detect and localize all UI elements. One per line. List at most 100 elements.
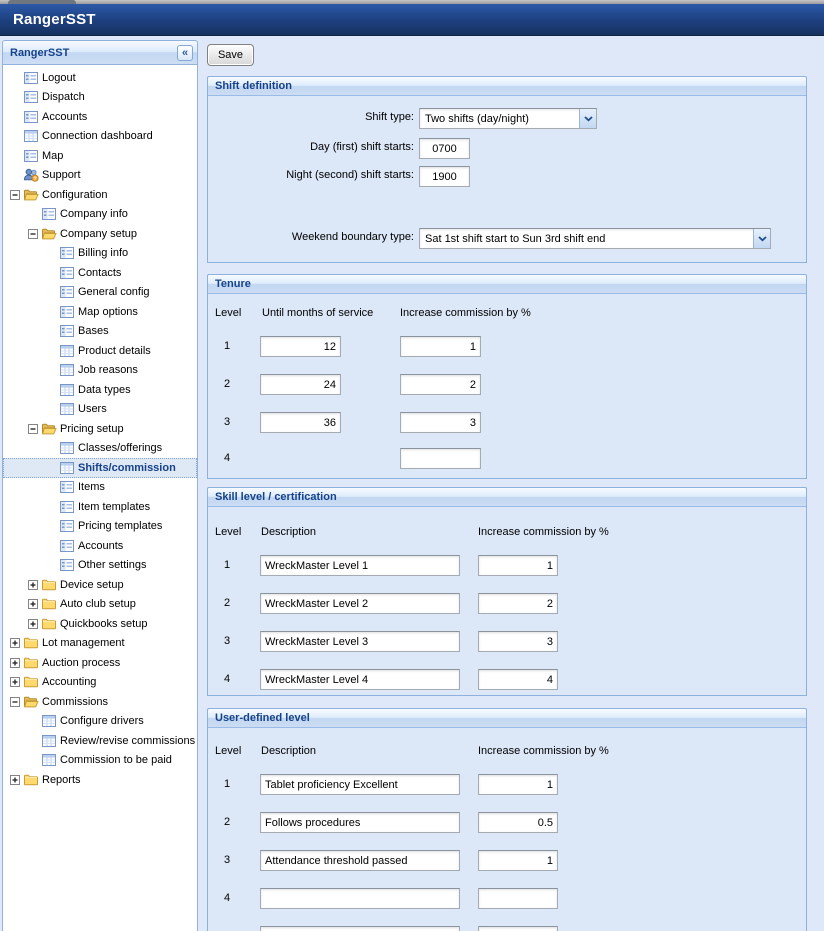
tree-indent [43,518,59,534]
sidebar-item-label: Shifts/commission [75,462,176,474]
sidebar-item-accounts[interactable]: Accounts [3,107,197,127]
sidebar-item-classes-offerings[interactable]: Classes/offerings [3,439,197,459]
sidebar-item-company-info[interactable]: Company info [3,205,197,225]
day-shift-start-input[interactable] [419,138,470,159]
sidebar-item-label: Review/revise commissions [57,735,195,747]
user-defined-commission-input[interactable] [478,850,558,871]
tree-indent [25,733,41,749]
skill-description-input[interactable] [260,555,460,576]
sidebar-item-device-setup[interactable]: Device setup [3,575,197,595]
form-icon [23,148,39,164]
folder-open-icon [23,187,39,203]
form-icon [59,557,75,573]
sidebar-item-auto-club-setup[interactable]: Auto club setup [3,595,197,615]
sidebar-item-users[interactable]: Users [3,400,197,420]
tenure-months-input[interactable] [260,374,341,395]
sidebar-item-label: Accounts [39,111,87,123]
skill-description-input[interactable] [260,593,460,614]
sidebar-item-configure-drivers[interactable]: Configure drivers [3,712,197,732]
plus-expander-icon[interactable] [7,635,23,651]
user-defined-description-input[interactable] [260,888,460,909]
chevron-down-icon[interactable] [753,229,770,248]
tenure-commission-input[interactable] [400,336,481,357]
sidebar-item-auction-process[interactable]: Auction process [3,653,197,673]
night-shift-start-input[interactable] [419,166,470,187]
skill-commission-input[interactable] [478,669,558,690]
tenure-panel-title: Tenure [208,275,806,294]
minus-expander-icon[interactable] [7,187,23,203]
skill-commission-input[interactable] [478,593,558,614]
plus-expander-icon[interactable] [25,596,41,612]
plus-expander-icon[interactable] [25,577,41,593]
sidebar-item-contacts[interactable]: Contacts [3,263,197,283]
user-defined-description-input[interactable] [260,774,460,795]
plus-expander-icon[interactable] [25,616,41,632]
sidebar-item-billing-info[interactable]: Billing info [3,244,197,264]
sidebar-item-items[interactable]: Items [3,478,197,498]
sidebar-item-item-templates[interactable]: Item templates [3,497,197,517]
sidebar-item-job-reasons[interactable]: Job reasons [3,361,197,381]
shift-definition-panel: Shift definition Shift type: Two shifts … [207,76,807,263]
collapse-sidebar-icon[interactable]: « [177,45,193,61]
user-defined-commission-input[interactable] [478,926,558,931]
tenure-months-input[interactable] [260,412,341,433]
sidebar-item-quickbooks-setup[interactable]: Quickbooks setup [3,614,197,634]
sidebar-item-label: Auction process [39,657,120,669]
sidebar-item-reports[interactable]: Reports [3,770,197,790]
tenure-months-input[interactable] [260,336,341,357]
tenure-commission-input[interactable] [400,448,481,469]
plus-expander-icon[interactable] [7,674,23,690]
sidebar-item-bases[interactable]: Bases [3,322,197,342]
plus-expander-icon[interactable] [7,772,23,788]
sidebar-item-general-config[interactable]: General config [3,283,197,303]
skill-commission-input[interactable] [478,631,558,652]
sidebar-item-map-options[interactable]: Map options [3,302,197,322]
sidebar-item-shifts-commission[interactable]: Shifts/commission [3,458,197,478]
sidebar-item-accounts[interactable]: Accounts [3,536,197,556]
sidebar-item-pricing-templates[interactable]: Pricing templates [3,517,197,537]
sidebar-item-other-settings[interactable]: Other settings [3,556,197,576]
sidebar-item-dispatch[interactable]: Dispatch [3,88,197,108]
user-defined-commission-input[interactable] [478,774,558,795]
sidebar-item-data-types[interactable]: Data types [3,380,197,400]
sidebar-item-connection-dashboard[interactable]: Connection dashboard [3,127,197,147]
skill-description-input[interactable] [260,669,460,690]
sidebar-item-support[interactable]: ?Support [3,166,197,186]
sidebar-item-map[interactable]: Map [3,146,197,166]
user-defined-description-input[interactable] [260,850,460,871]
sidebar-item-configuration[interactable]: Configuration [3,185,197,205]
user-defined-description-input[interactable] [260,926,460,931]
chevron-down-icon[interactable] [579,109,596,128]
save-button[interactable]: Save [207,44,254,66]
sidebar-item-lot-management[interactable]: Lot management [3,634,197,654]
minus-expander-icon[interactable] [7,694,23,710]
shift-type-select[interactable]: Two shifts (day/night) [419,108,597,129]
sidebar-item-company-setup[interactable]: Company setup [3,224,197,244]
sidebar-item-label: Configure drivers [57,715,144,727]
user-defined-commission-input[interactable] [478,812,558,833]
sidebar-item-product-details[interactable]: Product details [3,341,197,361]
skill-commission-input[interactable] [478,555,558,576]
sidebar-item-accounting[interactable]: Accounting [3,673,197,693]
skill-description-input[interactable] [260,631,460,652]
user-defined-description-input[interactable] [260,812,460,833]
sidebar-item-logout[interactable]: Logout [3,68,197,88]
tree-indent [25,752,41,768]
form-icon [59,304,75,320]
minus-expander-icon[interactable] [25,421,41,437]
minus-expander-icon[interactable] [25,226,41,242]
sidebar-item-label: Accounting [39,676,96,688]
sidebar-item-commission-to-be-paid[interactable]: Commission to be paid [3,751,197,771]
weekend-boundary-select[interactable]: Sat 1st shift start to Sun 3rd shift end [419,228,771,249]
grid-icon [59,382,75,398]
user-defined-commission-input[interactable] [478,888,558,909]
sidebar-item-review-revise-commissions[interactable]: Review/revise commissions [3,731,197,751]
tenure-commission-input[interactable] [400,374,481,395]
sidebar-item-commissions[interactable]: Commissions [3,692,197,712]
sidebar-item-pricing-setup[interactable]: Pricing setup [3,419,197,439]
app-title: RangerSST [13,4,96,36]
plus-expander-icon[interactable] [7,655,23,671]
tenure-commission-input[interactable] [400,412,481,433]
tree-indent [25,713,41,729]
folder-icon [23,655,39,671]
